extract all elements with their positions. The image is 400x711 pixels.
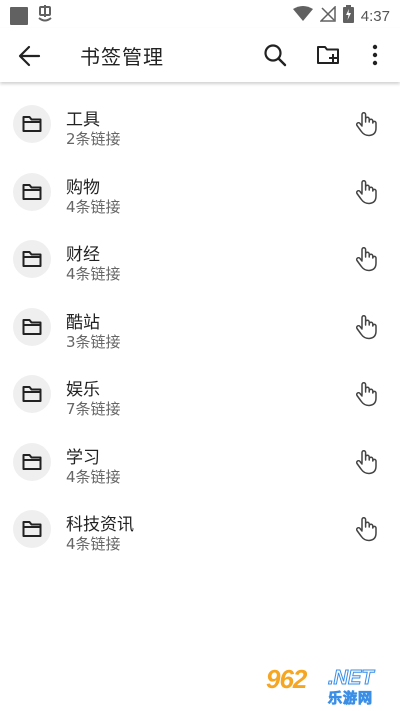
folder-tap-button[interactable] — [352, 178, 380, 206]
search-button[interactable] — [260, 40, 290, 70]
wifi-icon — [292, 6, 313, 26]
watermark-domain: .NET — [328, 667, 375, 690]
folder-tap-button[interactable] — [352, 515, 380, 543]
folder-icon-circle — [13, 172, 51, 211]
page-title: 书签管理 — [80, 45, 164, 69]
search-icon — [264, 44, 287, 67]
folder-icon-circle — [13, 375, 51, 413]
back-button[interactable] — [14, 40, 46, 72]
watermark-number: 962 — [266, 664, 307, 694]
folder-row[interactable]: 科技资讯 4条链接 — [0, 497, 400, 565]
folder-row[interactable]: 酷站 3条链接 — [0, 295, 400, 363]
hand-pointer-icon — [355, 111, 377, 137]
folder-icon — [22, 183, 42, 200]
folder-row[interactable]: 工具 2条链接 — [0, 92, 400, 160]
folder-tap-button[interactable] — [352, 110, 380, 138]
folder-icon — [22, 116, 42, 132]
folder-icon — [22, 386, 42, 402]
folder-icon-circle — [13, 442, 51, 481]
more-options-button[interactable] — [360, 40, 390, 70]
folder-tap-button[interactable] — [352, 313, 380, 341]
folder-name: 娱乐 — [66, 380, 100, 400]
status-bar: 4:37 — [0, 0, 400, 28]
folder-row[interactable]: 财经 4条链接 — [0, 227, 400, 295]
signal-off-icon — [318, 5, 336, 26]
status-left — [10, 5, 54, 27]
folder-link-count: 3条链接 — [66, 332, 121, 351]
more-vert-icon — [372, 44, 378, 66]
folder-row[interactable]: 学习 4条链接 — [0, 430, 400, 498]
hand-pointer-icon — [355, 314, 377, 339]
hand-pointer-icon — [355, 516, 377, 542]
folder-icon-circle — [13, 240, 51, 278]
watermark-site-name: 乐游网 — [328, 691, 373, 708]
hand-pointer-icon — [355, 449, 377, 474]
folder-list: 工具 2条链接 购物 4条链接 财经 4条链接 酷站 3条链接 娱乐 7条链接 … — [0, 92, 400, 565]
add-folder-button[interactable] — [314, 40, 344, 70]
folder-icon-circle — [13, 510, 51, 548]
watermark-logo: 962 .NET 乐游网 — [262, 662, 392, 708]
hand-pointer-icon — [355, 246, 377, 272]
folder-link-count: 4条链接 — [66, 535, 121, 553]
folder-icon — [22, 521, 42, 537]
folder-tap-button[interactable] — [352, 448, 380, 476]
app-bar: 书签管理 — [0, 28, 400, 82]
folder-name: 购物 — [66, 177, 100, 198]
folder-link-count: 4条链接 — [66, 197, 121, 216]
folder-tap-button[interactable] — [352, 380, 380, 408]
folder-row[interactable]: 娱乐 7条链接 — [0, 362, 400, 430]
folder-icon — [22, 453, 42, 470]
folder-name: 酷站 — [66, 312, 100, 333]
status-right: 4:37 — [292, 5, 390, 27]
battery-charging-icon — [342, 5, 354, 27]
status-time: 4:37 — [360, 7, 390, 25]
folder-icon — [22, 251, 42, 267]
hand-pointer-icon — [355, 179, 377, 204]
app-notification-icon — [36, 5, 54, 27]
folder-name: 科技资讯 — [66, 515, 134, 535]
back-arrow-icon — [18, 45, 41, 67]
folder-name: 学习 — [66, 447, 100, 468]
folder-link-count: 4条链接 — [66, 265, 121, 283]
folder-name: 工具 — [66, 110, 100, 130]
folder-tap-button[interactable] — [352, 245, 380, 273]
hand-pointer-icon — [355, 381, 377, 407]
folder-icon — [22, 318, 42, 335]
folder-row[interactable]: 购物 4条链接 — [0, 160, 400, 228]
folder-name: 财经 — [66, 245, 100, 265]
folder-icon-circle — [13, 307, 51, 346]
notification-square-icon — [10, 7, 28, 25]
folder-link-count: 4条链接 — [66, 467, 121, 486]
folder-icon-circle — [13, 105, 51, 143]
folder-link-count: 7条链接 — [66, 400, 121, 418]
folder-link-count: 2条链接 — [66, 130, 121, 148]
add-folder-icon — [317, 46, 339, 64]
